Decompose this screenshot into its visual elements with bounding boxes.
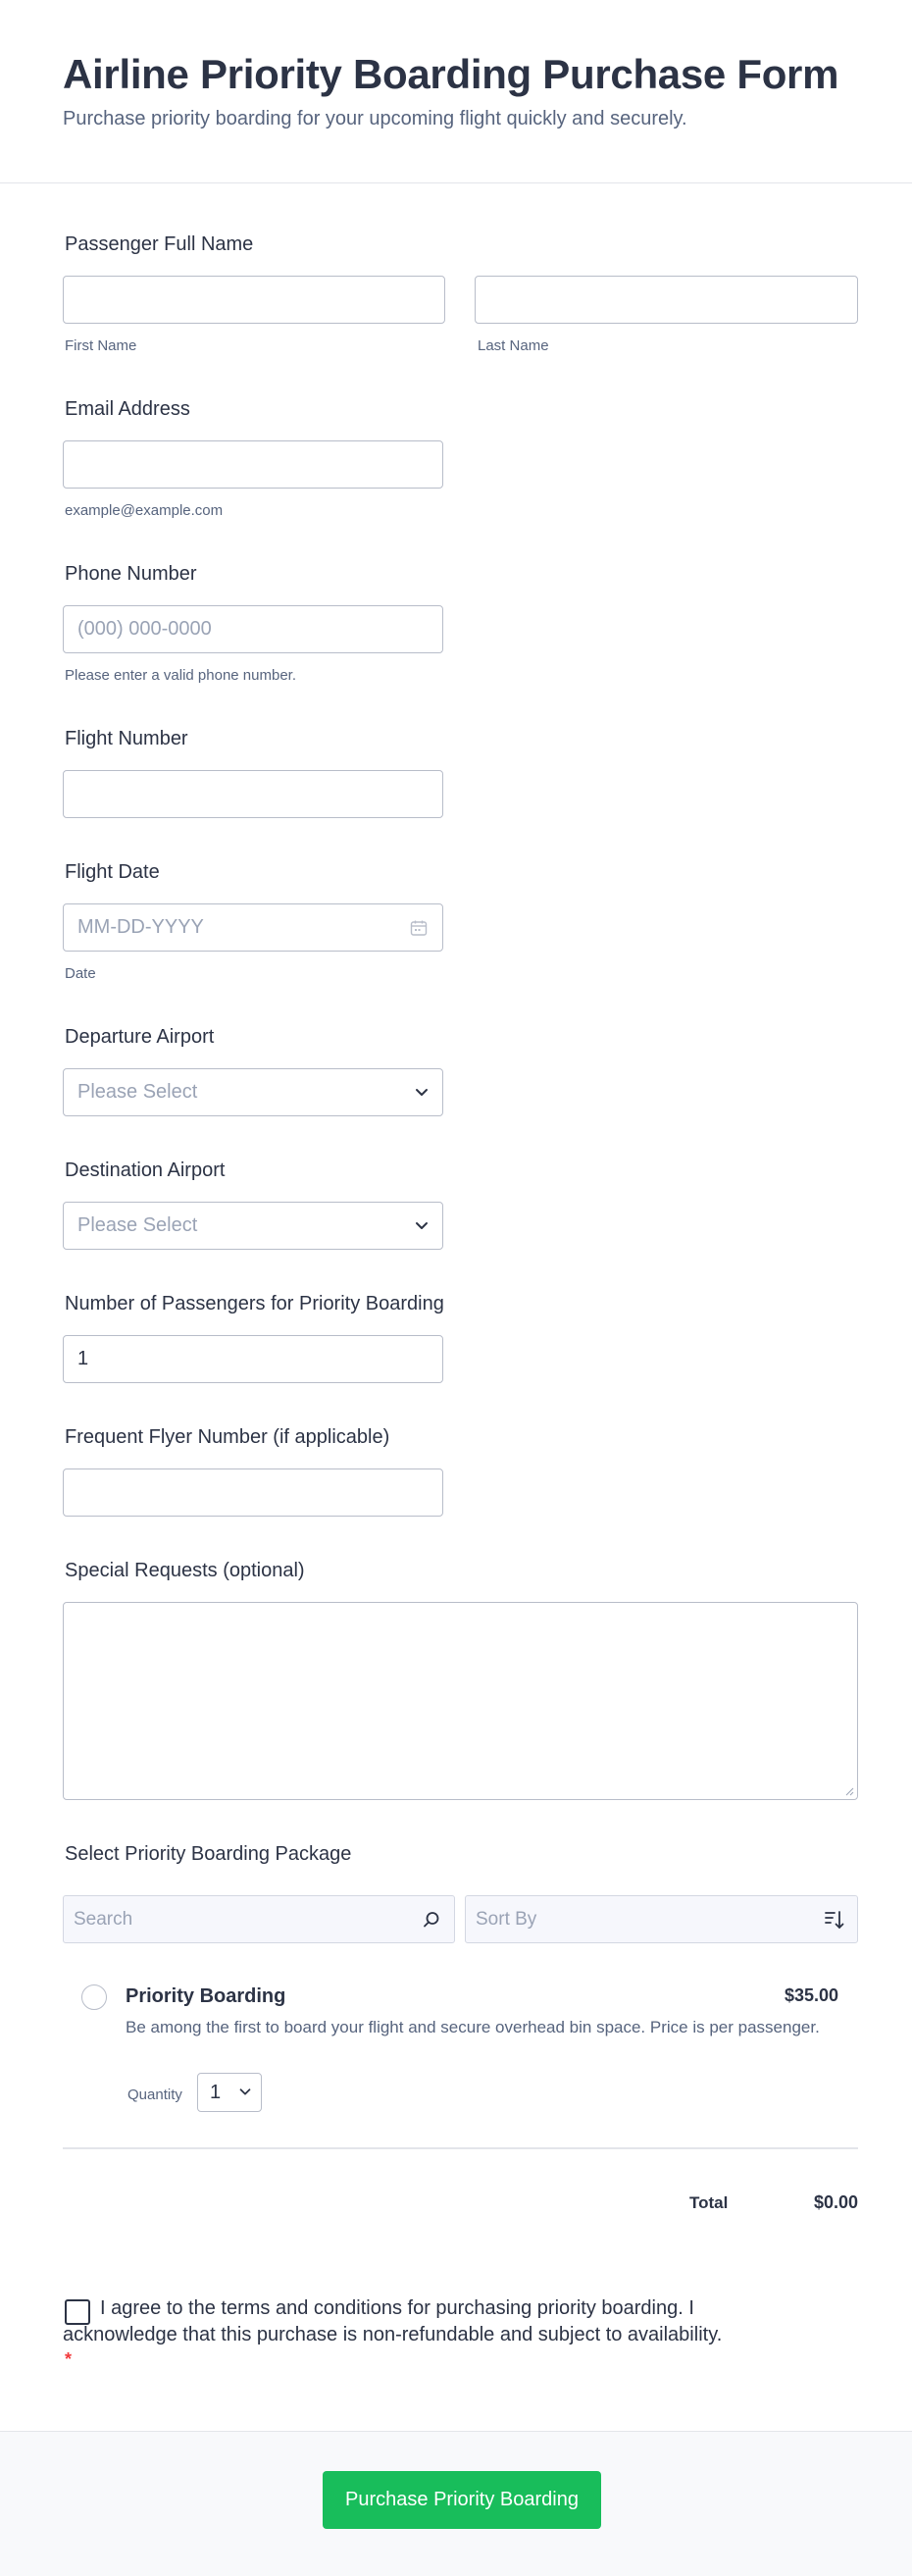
special-requests-label: Special Requests (optional)	[65, 1560, 305, 1581]
product-radio[interactable]	[81, 1984, 107, 2010]
product-price: $35.00	[784, 1985, 838, 2005]
email-sublabel: example@example.com	[65, 502, 224, 519]
form-subtitle: Purchase priority boarding for your upco…	[63, 108, 687, 129]
passengers-value: 1	[77, 1348, 89, 1369]
passengers-label: Number of Passengers for Priority Boardi…	[65, 1293, 444, 1314]
departure-select[interactable]: Please Select	[63, 1068, 443, 1116]
sort-placeholder: Sort By	[476, 1909, 537, 1930]
phone-placeholder: (000) 000-0000	[77, 618, 212, 640]
frequent-flyer-label: Frequent Flyer Number (if applicable)	[65, 1426, 390, 1448]
destination-placeholder: Please Select	[77, 1214, 198, 1236]
product-divider	[63, 2147, 858, 2149]
submit-button[interactable]: Purchase Priority Boarding	[323, 2471, 601, 2529]
email-input[interactable]	[63, 440, 443, 489]
package-label: Select Priority Boarding Package	[65, 1843, 352, 1865]
departure-label: Departure Airport	[65, 1026, 215, 1048]
special-requests-textarea[interactable]	[63, 1602, 858, 1800]
last-name-sublabel: Last Name	[478, 337, 549, 354]
required-marker: *	[65, 2349, 73, 2369]
product-description: Be among the first to board your flight …	[126, 2018, 820, 2036]
terms-text: I agree to the terms and conditions for …	[63, 2297, 723, 2345]
departure-placeholder: Please Select	[77, 1081, 198, 1103]
product-search-input[interactable]: Search	[63, 1895, 455, 1943]
form-title: Airline Priority Boarding Purchase Form	[63, 51, 839, 97]
frequent-flyer-input[interactable]	[63, 1468, 443, 1517]
product-name: Priority Boarding	[126, 1985, 286, 2007]
full-name-label: Passenger Full Name	[65, 233, 254, 255]
phone-sublabel: Please enter a valid phone number.	[65, 667, 296, 684]
quantity-label: Quantity	[127, 2087, 182, 2103]
resize-grip-icon[interactable]	[844, 1786, 854, 1796]
chevron-down-icon	[416, 1089, 428, 1096]
phone-input[interactable]: (000) 000-0000	[63, 605, 443, 653]
flight-date-input[interactable]: MM-DD-YYYY	[63, 903, 443, 952]
total-value: $0.00	[813, 2192, 858, 2212]
first-name-input[interactable]	[63, 276, 445, 324]
chevron-down-icon	[239, 2088, 251, 2095]
header-divider	[0, 182, 912, 183]
last-name-input[interactable]	[475, 276, 858, 324]
destination-label: Destination Airport	[65, 1159, 226, 1181]
flight-number-label: Flight Number	[65, 728, 188, 749]
quantity-value: 1	[210, 2082, 222, 2103]
calendar-icon[interactable]	[409, 918, 429, 938]
destination-select[interactable]: Please Select	[63, 1202, 443, 1250]
sort-by-select[interactable]: Sort By	[465, 1895, 858, 1943]
flight-date-placeholder: MM-DD-YYYY	[77, 916, 204, 938]
search-icon[interactable]	[421, 1909, 442, 1931]
passengers-input[interactable]: 1	[63, 1335, 443, 1383]
sort-icon[interactable]	[824, 1909, 845, 1931]
flight-number-input[interactable]	[63, 770, 443, 818]
flight-date-label: Flight Date	[65, 861, 160, 883]
total-label: Total	[689, 2193, 729, 2212]
quantity-select[interactable]: 1	[197, 2073, 262, 2112]
search-placeholder: Search	[74, 1909, 133, 1930]
phone-label: Phone Number	[65, 563, 197, 585]
chevron-down-icon	[416, 1222, 428, 1229]
flight-date-sublabel: Date	[65, 965, 96, 982]
email-label: Email Address	[65, 398, 190, 420]
first-name-sublabel: First Name	[65, 337, 137, 354]
